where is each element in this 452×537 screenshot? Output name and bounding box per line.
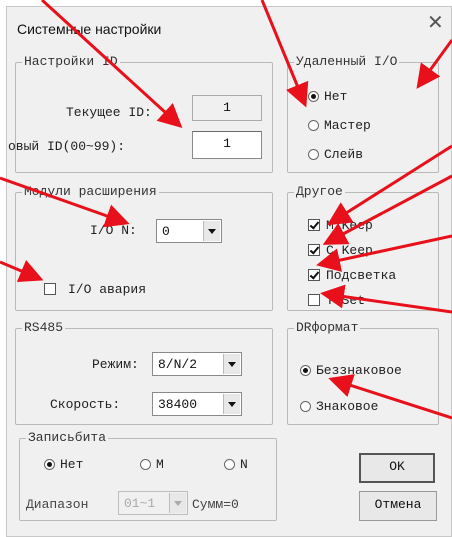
t-set-label: T Set: [326, 293, 366, 308]
t-set-checkbox[interactable]: [308, 294, 320, 306]
dialog-title: Системные настройки: [17, 21, 162, 37]
bit-write-legend: Записьбита: [28, 430, 107, 445]
range-value: 01~1: [124, 496, 156, 511]
mode-label: Режим:: [92, 357, 139, 372]
id-settings-group: Настройки ID Текущее ID: 1 овый ID(00~99…: [8, 54, 273, 173]
dr-format-group: DRформат Беззнаковое Знаковое: [287, 321, 439, 425]
speed-value: 38400: [158, 397, 198, 412]
io-count-label: I/O N:: [90, 223, 137, 238]
new-id-label: овый ID(00~99):: [8, 139, 126, 154]
backlight-label: Подсветка: [326, 268, 397, 283]
m-keep-label: M Keep: [326, 218, 373, 233]
m-keep-checkbox[interactable]: [308, 219, 320, 231]
speed-select[interactable]: 38400: [152, 392, 242, 416]
io-count-select[interactable]: 0: [156, 219, 222, 243]
mode-dropdown-icon[interactable]: [223, 354, 240, 374]
remote-io-group: Удаленный I/O Нет Мастер Слейв: [287, 55, 439, 173]
sum-label: Сумм=0: [192, 497, 239, 512]
mode-select[interactable]: 8/N/2: [152, 352, 242, 376]
rs485-group: RS485 Режим: 8/N/2 Скорость: 38400: [15, 321, 273, 425]
expansion-legend: Модули расширения: [24, 184, 157, 199]
io-count-dropdown-icon[interactable]: [203, 221, 220, 241]
bit-write-m-radio[interactable]: [140, 459, 151, 470]
new-id-input[interactable]: 1: [192, 131, 262, 159]
io-alarm-label: I/O авария: [68, 282, 147, 297]
other-group: Другое M Keep C Keep Подсветка T Set: [287, 185, 439, 311]
rs485-legend: RS485: [24, 320, 64, 335]
signed-radio[interactable]: [300, 401, 311, 412]
mode-value: 8/N/2: [158, 357, 198, 372]
signed-label: Знаковое: [316, 399, 379, 414]
remote-io-master-radio[interactable]: [308, 120, 319, 131]
current-id-label: Текущее ID:: [66, 105, 152, 120]
bit-write-n-radio[interactable]: [224, 459, 235, 470]
speed-label: Скорость:: [50, 397, 121, 412]
system-settings-dialog: Системные настройки ✕ Настройки ID Текущ…: [6, 6, 452, 537]
other-legend: Другое: [296, 184, 343, 199]
bit-write-none-radio[interactable]: [44, 459, 55, 470]
unsigned-radio[interactable]: [300, 365, 311, 376]
range-select: 01~1: [118, 491, 188, 515]
range-dropdown-icon: [169, 493, 186, 513]
range-label: Диапазон: [26, 497, 89, 512]
remote-io-slave-label: Слейв: [324, 147, 364, 162]
close-icon[interactable]: ✕: [427, 13, 444, 33]
remote-io-none-label: Нет: [324, 89, 348, 104]
bit-write-none-label: Нет: [60, 457, 84, 472]
remote-io-master-label: Мастер: [324, 118, 371, 133]
unsigned-label: Беззнаковое: [316, 363, 402, 378]
cancel-button[interactable]: Отмена: [359, 491, 437, 521]
c-keep-label: C Keep: [326, 243, 373, 258]
expansion-group: Модули расширения I/O N: 0 I/O авария: [15, 185, 273, 311]
dr-format-legend: DRформат: [296, 320, 359, 335]
id-settings-legend: Настройки ID: [24, 54, 118, 69]
ok-button[interactable]: OK: [359, 453, 435, 483]
remote-io-legend: Удаленный I/O: [296, 54, 398, 69]
remote-io-none-radio[interactable]: [308, 91, 319, 102]
c-keep-checkbox[interactable]: [308, 244, 320, 256]
speed-dropdown-icon[interactable]: [223, 394, 240, 414]
bit-write-n-label: N: [240, 457, 248, 472]
remote-io-slave-radio[interactable]: [308, 149, 319, 160]
backlight-checkbox[interactable]: [308, 269, 320, 281]
io-count-value: 0: [162, 224, 170, 239]
bit-write-m-label: M: [156, 457, 164, 472]
io-alarm-checkbox[interactable]: [44, 283, 56, 295]
bit-write-group: Записьбита Нет M N Диапазон 01~1 Сумм=0: [19, 431, 277, 521]
current-id-field: 1: [192, 95, 262, 121]
